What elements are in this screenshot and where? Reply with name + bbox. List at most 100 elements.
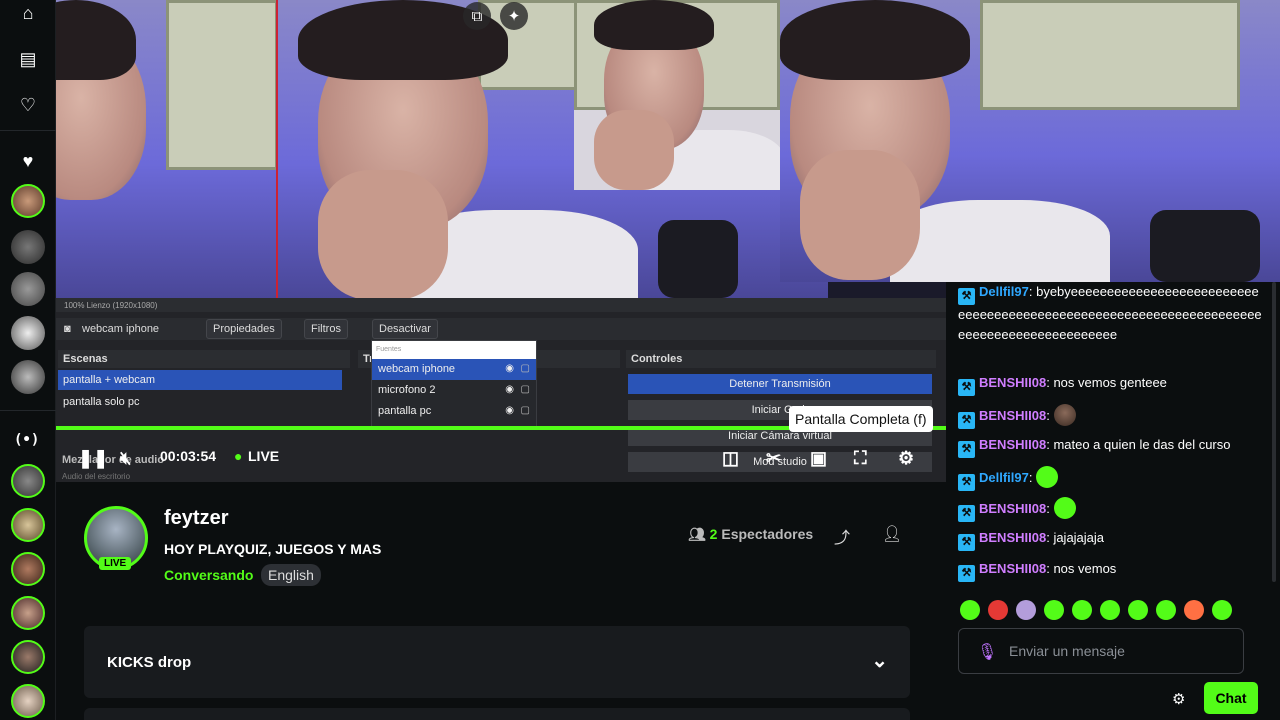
next-panel bbox=[84, 708, 910, 720]
browse-icon[interactable]: ▤ bbox=[15, 46, 41, 72]
chat-message: ⚒ BENSHII08: nos vemos bbox=[958, 559, 1264, 582]
emote-icon[interactable] bbox=[1100, 600, 1120, 620]
obs-source-item: pantalla pc ◉ ▢ bbox=[372, 401, 536, 422]
clip-icon[interactable]: ✂ bbox=[766, 448, 781, 469]
obs-source-label: pantalla pc bbox=[378, 405, 432, 417]
chat-panel: ⚒ Dellfil97: byebyeeeeeeeeeeeeeeeeeeeeeee… bbox=[946, 282, 1280, 720]
obs-source-label: microfono 2 bbox=[378, 384, 436, 396]
chat-message: ⚒ Dellfil97: byebyeeeeeeeeeeeeeeeeeeeeeee… bbox=[958, 284, 1262, 342]
stream-category[interactable]: Conversando bbox=[164, 567, 253, 583]
chat-input-placeholder: Enviar un mensaje bbox=[1009, 643, 1125, 659]
chat-username[interactable]: BENSHII08 bbox=[979, 561, 1046, 576]
obs-sources-panel: Fuentes webcam iphone ◉ ▢ microfono 2 ◉ ▢ pa… bbox=[371, 340, 537, 428]
obs-source-toolbar: ◙ webcam iphone Propiedades Filtros Desa… bbox=[56, 318, 946, 340]
favorites-heart-icon[interactable]: ♥ bbox=[15, 148, 41, 174]
chat-scrollbar[interactable] bbox=[1272, 282, 1276, 582]
share-icon[interactable]: ⤴ bbox=[834, 524, 850, 548]
obs-source-name: webcam iphone bbox=[82, 323, 160, 335]
chat-username[interactable]: BENSHII08 bbox=[979, 408, 1046, 423]
obs-source-item: webcam iphone ◉ ▢ bbox=[372, 359, 536, 380]
moderator-badge-icon: ⚒ bbox=[958, 288, 975, 305]
mute-icon[interactable]: 🔇︎ bbox=[120, 448, 131, 469]
obs-source-item: microfono 2 ◉ ▢ bbox=[372, 380, 536, 401]
emote-icon[interactable] bbox=[1072, 600, 1092, 620]
channel-name[interactable]: feytzer bbox=[164, 507, 228, 530]
chat-message: ⚒ BENSHII08: bbox=[958, 497, 1264, 522]
live-channel-avatar[interactable] bbox=[11, 552, 45, 586]
emote-quick-bar bbox=[960, 600, 1240, 624]
picture-in-picture-icon[interactable]: ⧉ bbox=[463, 2, 491, 30]
chat-username[interactable]: BENSHII08 bbox=[979, 437, 1046, 452]
live-badge: LIVE bbox=[99, 557, 132, 570]
live-channel-avatar[interactable] bbox=[11, 640, 45, 674]
chat-input[interactable]: 🎙︎ Enviar un mensaje bbox=[958, 628, 1244, 674]
followed-channel-avatar[interactable] bbox=[11, 360, 45, 394]
home-icon[interactable]: ⌂ bbox=[15, 0, 41, 26]
chat-username[interactable]: BENSHII08 bbox=[979, 530, 1046, 545]
eye-icon: ◉ bbox=[505, 405, 514, 416]
live-indicator: LIVE bbox=[248, 448, 280, 464]
obs-controls-header: Controles bbox=[626, 350, 936, 368]
chat-message: ⚒ BENSHII08: jajajajaja bbox=[958, 528, 1264, 551]
emote-icon[interactable] bbox=[1212, 600, 1232, 620]
obs-properties-button: Propiedades bbox=[206, 319, 282, 339]
live-dot-icon: ● bbox=[234, 448, 243, 464]
obs-scene-item: pantalla solo pc bbox=[63, 396, 140, 408]
chat-username[interactable]: Dellfil97 bbox=[979, 284, 1029, 299]
emote-icon bbox=[1053, 497, 1076, 519]
viewers-icon: 👥︎ bbox=[688, 526, 706, 542]
live-channel-avatar[interactable] bbox=[11, 684, 45, 718]
lock-icon: ▢ bbox=[520, 405, 530, 416]
live-channel-avatar[interactable] bbox=[11, 596, 45, 630]
emote-icon[interactable] bbox=[960, 600, 980, 620]
chat-message: ⚒ BENSHII08: mateo a quien le das del cur… bbox=[958, 435, 1264, 458]
playback-time: 00:03:54 bbox=[160, 448, 217, 464]
followed-channel-avatar[interactable] bbox=[11, 230, 45, 264]
mini-player-icon[interactable]: ▣ bbox=[810, 448, 827, 469]
chevron-down-icon[interactable]: ⌄ bbox=[871, 648, 888, 673]
lock-icon: ▢ bbox=[520, 363, 530, 374]
chat-username[interactable]: BENSHII08 bbox=[979, 375, 1046, 390]
emote-icon[interactable] bbox=[1184, 600, 1204, 620]
emote-icon[interactable] bbox=[1128, 600, 1148, 620]
chat-username[interactable]: BENSHII08 bbox=[979, 501, 1046, 516]
divider bbox=[0, 130, 56, 131]
lock-icon: ▢ bbox=[520, 384, 530, 395]
kicks-drop-panel[interactable]: KICKS drop ⌄ bbox=[84, 626, 910, 698]
emote-icon[interactable] bbox=[1016, 600, 1036, 620]
emote-icon[interactable] bbox=[1044, 600, 1064, 620]
viewer-label: Espectadores bbox=[721, 526, 814, 542]
chat-settings-gear-icon[interactable]: ⚙ bbox=[1172, 690, 1185, 708]
emote-icon bbox=[1053, 404, 1076, 426]
followed-channel-avatar[interactable] bbox=[11, 184, 45, 218]
language-tag[interactable]: English bbox=[261, 564, 321, 586]
following-icon[interactable]: ♡ bbox=[15, 92, 41, 118]
followed-channel-avatar[interactable] bbox=[11, 316, 45, 350]
settings-gear-icon[interactable]: ⚙ bbox=[898, 448, 914, 469]
moderator-badge-icon: ⚒ bbox=[958, 412, 975, 429]
emote-icon[interactable] bbox=[988, 600, 1008, 620]
live-channel-avatar[interactable] bbox=[11, 508, 45, 542]
obs-filters-button: Filtros bbox=[304, 319, 348, 339]
eye-icon: ◉ bbox=[505, 384, 514, 395]
webcam-frame bbox=[574, 0, 780, 190]
moderator-badge-icon: ⚒ bbox=[958, 379, 975, 396]
followed-channel-avatar[interactable] bbox=[11, 272, 45, 306]
moderator-badge-icon: ⚒ bbox=[958, 534, 975, 551]
viewer-number: 2 bbox=[709, 526, 718, 542]
chat-username[interactable]: Dellfil97 bbox=[979, 470, 1029, 485]
emote-icon[interactable] bbox=[1156, 600, 1176, 620]
obs-scene-item: pantalla + webcam bbox=[58, 370, 342, 390]
obs-scenes-header: Escenas bbox=[58, 350, 350, 368]
pause-icon[interactable]: ❚❚ bbox=[78, 448, 108, 469]
microphone-icon[interactable]: 🎙︎ bbox=[977, 642, 997, 662]
theater-mode-icon[interactable]: ◫ bbox=[722, 448, 739, 469]
send-chat-button[interactable]: Chat bbox=[1204, 682, 1258, 714]
viewer-count: 👥︎ 2 Espectadores bbox=[688, 526, 813, 543]
live-channel-avatar[interactable] bbox=[11, 464, 45, 498]
sparkle-icon[interactable]: ✦ bbox=[500, 2, 528, 30]
stream-title: HOY PLAYQUIZ, JUEGOS Y MAS bbox=[164, 541, 382, 557]
obs-control-button: Detener Transmisión bbox=[628, 374, 932, 394]
fullscreen-icon[interactable]: ⛶ bbox=[854, 448, 867, 469]
follow-user-icon[interactable]: 👤︎ bbox=[882, 524, 902, 544]
